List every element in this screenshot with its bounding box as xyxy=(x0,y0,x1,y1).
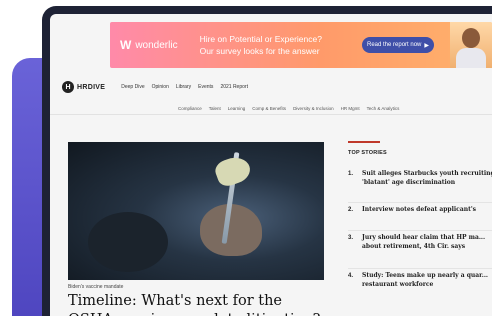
topic-compliance[interactable]: Compliance xyxy=(178,106,202,111)
story-number: 3. xyxy=(348,235,354,241)
hrdive-logo-icon: H xyxy=(62,81,74,93)
backdrop-panel xyxy=(12,58,42,316)
ad-banner[interactable]: W wonderlic Hire on Potential or Experie… xyxy=(110,22,492,68)
nav-item-events[interactable]: Events xyxy=(198,84,213,90)
hero-image[interactable] xyxy=(68,142,324,280)
ad-line-1: Hire on Potential or Experience? xyxy=(199,34,322,44)
ad-cta-label: Read the report now xyxy=(367,42,422,48)
ad-copy: Hire on Potential or Experience? Our sur… xyxy=(200,33,322,57)
main-nav: Deep Dive Opinion Library Events 2021 Re… xyxy=(121,84,248,90)
story-title: Jury should hear claim that HP ma... abo… xyxy=(362,234,486,250)
nav-item-deep-dive[interactable]: Deep Dive xyxy=(121,84,144,90)
ad-person-image xyxy=(450,22,492,68)
story-number: 1. xyxy=(348,171,354,177)
ad-cta-button[interactable]: Read the report now ▶ xyxy=(362,37,434,53)
list-item[interactable]: 3. Jury should hear claim that HP ma... … xyxy=(348,234,492,272)
topic-talent[interactable]: Talent xyxy=(209,106,221,111)
browser-screen: W wonderlic Hire on Potential or Experie… xyxy=(50,14,492,316)
topic-nav: Compliance Talent Learning Comp & Benefi… xyxy=(178,106,399,111)
article-headline[interactable]: Timeline: What's next for the OSHA vacci… xyxy=(68,292,328,316)
top-stories-title: TOP STORIES xyxy=(348,150,387,156)
site-logo[interactable]: H HRDIVE xyxy=(62,81,105,93)
topic-diversity-inclusion[interactable]: Diversity & Inclusion xyxy=(293,106,334,111)
nav-item-2021-report[interactable]: 2021 Report xyxy=(220,84,248,90)
story-title: Interview notes defeat applicant's xyxy=(362,206,477,213)
nav-item-library[interactable]: Library xyxy=(176,84,191,90)
story-divider xyxy=(348,268,492,269)
list-item[interactable]: 1. Suit alleges Starbucks youth recruiti… xyxy=(348,170,492,206)
ad-logo: W wonderlic xyxy=(120,38,178,52)
story-divider xyxy=(348,230,492,231)
ad-brand-name: wonderlic xyxy=(135,39,178,51)
wonderlic-logo-icon: W xyxy=(120,38,132,52)
list-item[interactable]: 4. Study: Teens make up nearly a quar...… xyxy=(348,272,492,296)
top-stories-accent xyxy=(348,141,380,143)
nav-item-opinion[interactable]: Opinion xyxy=(152,84,169,90)
story-divider xyxy=(348,202,492,203)
topic-hr-mgmt[interactable]: HR Mgmt xyxy=(341,106,360,111)
top-stories-list: 1. Suit alleges Starbucks youth recruiti… xyxy=(348,170,492,296)
brand-name: HRDIVE xyxy=(77,83,106,91)
story-title: Study: Teens make up nearly a quar... re… xyxy=(362,272,489,288)
story-number: 2. xyxy=(348,207,354,213)
ad-line-2: Our survey looks for the answer xyxy=(199,46,320,56)
nav-divider xyxy=(50,114,492,115)
site-header: H HRDIVE Deep Dive Opinion Library Event… xyxy=(50,78,492,96)
story-number: 4. xyxy=(348,273,354,279)
topic-comp-benefits[interactable]: Comp & Benefits xyxy=(252,106,286,111)
topic-tech-analytics[interactable]: Tech & Analytics xyxy=(367,106,400,111)
story-title: Suit alleges Starbucks youth recruiting … xyxy=(362,170,492,186)
article-kicker[interactable]: Biden's vaccine mandate xyxy=(68,284,123,290)
topic-learning[interactable]: Learning xyxy=(228,106,246,111)
play-arrow-icon: ▶ xyxy=(424,42,429,49)
